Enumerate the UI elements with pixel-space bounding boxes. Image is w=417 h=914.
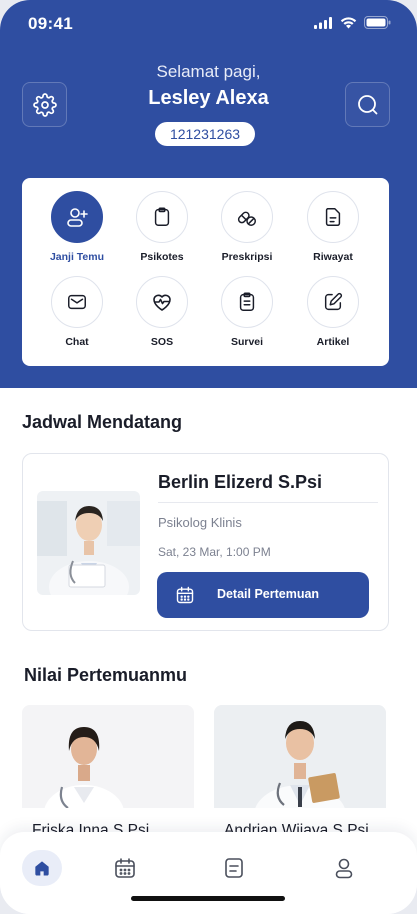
meeting-detail-label: Detail Pertemuan	[216, 587, 320, 601]
mail-icon	[68, 294, 86, 310]
doctor-photo	[22, 705, 194, 841]
home-indicator	[131, 896, 285, 901]
nav-records[interactable]	[214, 850, 254, 886]
menu-icon-circle	[221, 276, 273, 328]
greeting-text: Selamat pagi,	[156, 62, 261, 81]
battery-icon	[364, 16, 391, 29]
search-icon	[357, 94, 377, 114]
meeting-detail-button[interactable]: Detail Pertemuan	[157, 572, 369, 618]
upcoming-appointment-card[interactable]: Berlin Elizerd S.Psi Psikolog Klinis Sat…	[22, 453, 389, 631]
menu-item-chat[interactable]: Chat	[37, 276, 117, 348]
status-time: 09:41	[28, 14, 73, 33]
menu-item-sos[interactable]: SOS	[122, 276, 202, 348]
search-button[interactable]	[345, 82, 390, 127]
doctor-photo	[214, 705, 386, 845]
signal-icon	[314, 16, 332, 29]
appointment-datetime: Sat, 23 Mar, 1:00 PM	[158, 545, 271, 559]
menu-label: Riwayat	[313, 251, 353, 263]
menu-label: Chat	[65, 336, 89, 348]
heart-pulse-icon	[153, 294, 171, 311]
menu-item-survei[interactable]: Survei	[207, 276, 287, 348]
menu-icon-circle	[221, 191, 273, 243]
menu-item-janji-temu[interactable]: Janji Temu	[37, 191, 117, 263]
menu-item-riwayat[interactable]: Riwayat	[293, 191, 373, 263]
appointment-doctor-name: Berlin Elizerd S.Psi	[158, 472, 323, 492]
menu-icon-circle	[136, 191, 188, 243]
user-plus-icon	[67, 208, 88, 227]
menu-label: Survei	[230, 336, 264, 348]
menu-icon-circle	[51, 276, 103, 328]
app-screen: 09:41 Selamat pagi, Lesley Alexa 1212312…	[0, 0, 417, 914]
menu-icon-circle	[136, 276, 188, 328]
rating-card[interactable]: Friska Inna S.Psi	[22, 705, 194, 845]
divider	[158, 502, 378, 503]
nav-home[interactable]	[22, 850, 62, 886]
quick-menu-card: Janji Temu Psikotes Preskripsi Riwayat C…	[22, 178, 389, 366]
bottom-navigation	[0, 832, 417, 914]
document-icon	[325, 208, 341, 226]
upcoming-section-title: Jadwal Mendatang	[22, 412, 183, 432]
calendar-icon	[115, 858, 135, 878]
menu-icon-circle	[51, 191, 103, 243]
menu-item-preskripsi[interactable]: Preskripsi	[207, 191, 287, 263]
rating-card[interactable]: Andrian Wijaya S.Psi	[214, 705, 386, 845]
document-list-icon	[225, 858, 243, 878]
home-icon	[35, 861, 49, 876]
menu-label: Artikel	[316, 336, 350, 348]
clipboard-icon	[154, 207, 170, 226]
wifi-icon	[340, 16, 357, 28]
header: 09:41 Selamat pagi, Lesley Alexa 1212312…	[0, 0, 417, 388]
survey-icon	[239, 292, 255, 311]
nav-calendar[interactable]	[105, 850, 145, 886]
menu-item-psikotes[interactable]: Psikotes	[122, 191, 202, 263]
status-bar: 09:41	[0, 0, 417, 46]
user-id-badge: 121231263	[155, 122, 255, 146]
menu-label: SOS	[150, 336, 174, 348]
status-icons	[314, 16, 391, 29]
menu-label: Psikotes	[140, 251, 184, 263]
appointment-doctor-role: Psikolog Klinis	[158, 515, 242, 530]
menu-label: Janji Temu	[49, 251, 105, 263]
menu-icon-circle	[307, 276, 359, 328]
edit-icon	[324, 292, 343, 311]
ratings-section-title: Nilai Pertemuanmu	[24, 665, 188, 685]
pills-icon	[237, 211, 256, 226]
menu-icon-circle	[307, 191, 359, 243]
nav-profile[interactable]	[324, 850, 364, 886]
menu-item-artikel[interactable]: Artikel	[293, 276, 373, 348]
menu-label: Preskripsi	[221, 251, 273, 263]
doctor-photo	[37, 491, 140, 595]
profile-icon	[335, 858, 353, 879]
